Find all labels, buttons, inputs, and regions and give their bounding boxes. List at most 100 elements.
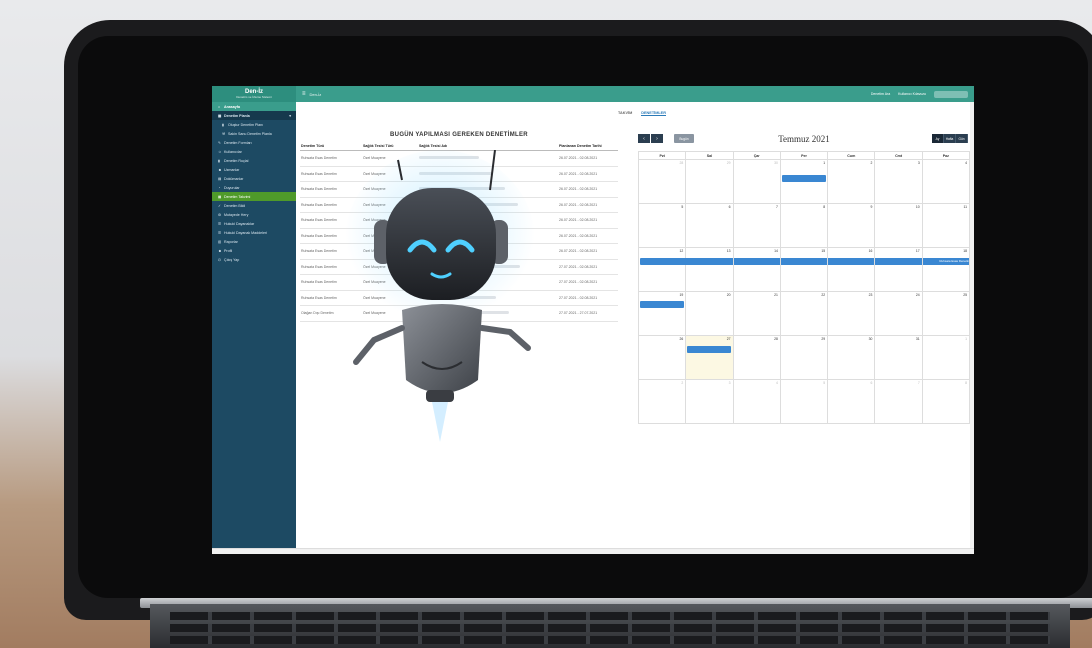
sidebar-item[interactable]: ☻ Uzmanlar (212, 165, 296, 174)
chevron-right-icon: › (656, 135, 658, 142)
view-week-button[interactable]: Hafta (944, 134, 956, 143)
tab-bar: TAKVİM DENETİMLER (618, 111, 666, 116)
brand-logo[interactable]: Den-İz Denetim ve İzleme Sistemi (212, 86, 296, 102)
user-menu[interactable] (934, 90, 968, 98)
sidebar-item[interactable]: ⚙ Mutayede Hery (212, 210, 296, 219)
calendar-day[interactable]: 1 (780, 160, 829, 204)
calendar-day[interactable]: 22 (780, 292, 829, 336)
search-audit-link[interactable]: Denetim Ara (871, 92, 890, 96)
calendar-day[interactable]: 5 (639, 204, 687, 248)
calendar-day[interactable]: 5 (780, 380, 829, 424)
calendar-day[interactable]: 26 (639, 336, 687, 380)
calendar-day[interactable]: 8 (922, 380, 970, 424)
day-number: 22 (821, 293, 826, 297)
keyboard-row (170, 636, 1050, 644)
sidebar-item[interactable]: ▦ Denetim Planla ▾ (212, 111, 296, 120)
sidebar-item[interactable]: ⏻ Çıkış Yap (212, 255, 296, 264)
calendar-event[interactable] (781, 175, 826, 182)
calendar-day[interactable]: 4 (922, 160, 970, 204)
calendar-day[interactable]: 30 (733, 160, 781, 204)
calendar-day[interactable]: 31 (875, 336, 923, 380)
calendar-day[interactable]: 28 (733, 336, 781, 380)
sidebar-item[interactable]: ⚒ Sakin Sanu Denetim Planla (212, 129, 296, 138)
sidebar-item[interactable]: ⌂ Anasayfa (212, 102, 296, 111)
calendar-day[interactable]: 21 (733, 292, 781, 336)
sidebar-item[interactable]: ☺ Kullanıcılar (212, 147, 296, 156)
calendar-day[interactable]: 28 (639, 160, 687, 204)
sidebar-item[interactable]: ☻ Profil (212, 246, 296, 255)
calendar-day[interactable]: 9 (828, 204, 876, 248)
day-number: 8 (823, 205, 826, 209)
view-day-button[interactable]: Gün (956, 134, 968, 143)
menu-toggle-icon[interactable]: ≡ (302, 91, 306, 97)
calendar-day[interactable]: 12 Ruhsata Esas Denetim (639, 248, 970, 292)
sidebar-item[interactable]: ✎ Denetim Formları (212, 138, 296, 147)
sidebar-item[interactable]: ▮ Denetim Ruçlal (212, 156, 296, 165)
brand-subtitle: Denetim ve İzleme Sistemi (236, 95, 272, 99)
sidebar-item[interactable]: ▮ Oluştur Denetim Planı (212, 120, 296, 129)
calendar-day[interactable]: 3 (875, 160, 923, 204)
day-number: 4 (965, 161, 967, 165)
robot-mascot (345, 150, 535, 442)
calendar-day[interactable]: 7 (733, 204, 781, 248)
tab-audits[interactable]: DENETİMLER (641, 111, 666, 116)
today-button[interactable]: Bugün (674, 134, 694, 143)
calendar-day[interactable]: 18 (922, 248, 970, 292)
calendar-day[interactable]: 29 (686, 160, 734, 204)
robot-thruster (426, 390, 454, 402)
day-number: 21 (774, 293, 778, 297)
sidebar-item[interactable]: ✓ Denetim Bildi (212, 201, 296, 210)
sidebar-item[interactable]: ☰ Hukuki Dayanak Maddeleri (212, 228, 296, 237)
day-number: 29 (821, 337, 826, 341)
calendar-day[interactable]: 13 (686, 248, 734, 292)
day-number: 6 (870, 381, 873, 385)
calendar-event[interactable] (687, 346, 732, 353)
weekday-header: Per (780, 152, 829, 160)
horizontal-scrollbar[interactable] (212, 548, 974, 554)
calendar-day[interactable]: 7 (875, 380, 923, 424)
sidebar-item[interactable]: ▥ Raporlar (212, 237, 296, 246)
sidebar-item[interactable]: ◔ Duyurular (212, 183, 296, 192)
calendar-event[interactable] (640, 301, 684, 308)
table-cell: 26.07.2021 - 02.08.2021 (558, 181, 618, 198)
tab-calendar[interactable]: TAKVİM (618, 111, 632, 116)
calendar-day[interactable]: 29 (780, 336, 829, 380)
sidebar-item[interactable]: ☰ Hukuki Dayanaklar (212, 219, 296, 228)
sidebar-item-label: Dokümanlar (224, 176, 244, 181)
calendar-day[interactable]: 2 (828, 160, 876, 204)
calendar-day[interactable]: 3 (686, 380, 734, 424)
calendar-day[interactable]: 23 (828, 292, 876, 336)
calendar-day[interactable]: 15 (780, 248, 829, 292)
prev-month-button[interactable]: ‹ (638, 134, 650, 143)
calendar-day[interactable]: 10 (875, 204, 923, 248)
sidebar-item-label: Anasayfa (224, 104, 240, 109)
topbar-links: Denetim Ara Kullanıcı Kılavuzu (871, 90, 974, 98)
calendar-day[interactable]: 2 (639, 380, 687, 424)
calendar-day[interactable]: 14 (733, 248, 781, 292)
sidebar-item[interactable]: ▤ Dokümanlar (212, 174, 296, 183)
day-number: 26 (679, 337, 684, 341)
calendar-day[interactable]: 16 (828, 248, 876, 292)
calendar-day[interactable]: 6 (686, 204, 734, 248)
calendar-day[interactable]: 30 (828, 336, 876, 380)
calendar-day[interactable]: 6 (828, 380, 876, 424)
calendar-day[interactable]: 8 (780, 204, 829, 248)
calendar-day[interactable]: 1 (922, 336, 970, 380)
calendar-day[interactable]: 25 (922, 292, 970, 336)
user-guide-link[interactable]: Kullanıcı Kılavuzu (898, 92, 926, 96)
robot-arm-right (479, 325, 531, 351)
calendar-day[interactable]: 27 (686, 336, 734, 380)
next-month-button[interactable]: › (651, 134, 663, 143)
calendar-day[interactable]: 17 (875, 248, 923, 292)
breadcrumb: Den-İz (309, 91, 322, 97)
calendar-day[interactable]: 24 (875, 292, 923, 336)
vertical-scrollbar[interactable] (970, 102, 974, 554)
chevron-left-icon: ‹ (643, 135, 645, 142)
calendar-day[interactable]: 20 (686, 292, 734, 336)
calendar-day[interactable]: 11 (922, 204, 970, 248)
calendar-day[interactable]: 4 (733, 380, 781, 424)
calendar-day[interactable]: 19 (639, 292, 687, 336)
sidebar-item[interactable]: ▦ Denetim Takvimi (212, 192, 296, 201)
laptop-screen: Den-İz Denetim ve İzleme Sistemi ≡ Den-İ… (212, 86, 974, 554)
view-month-button[interactable]: Ay (932, 134, 944, 143)
